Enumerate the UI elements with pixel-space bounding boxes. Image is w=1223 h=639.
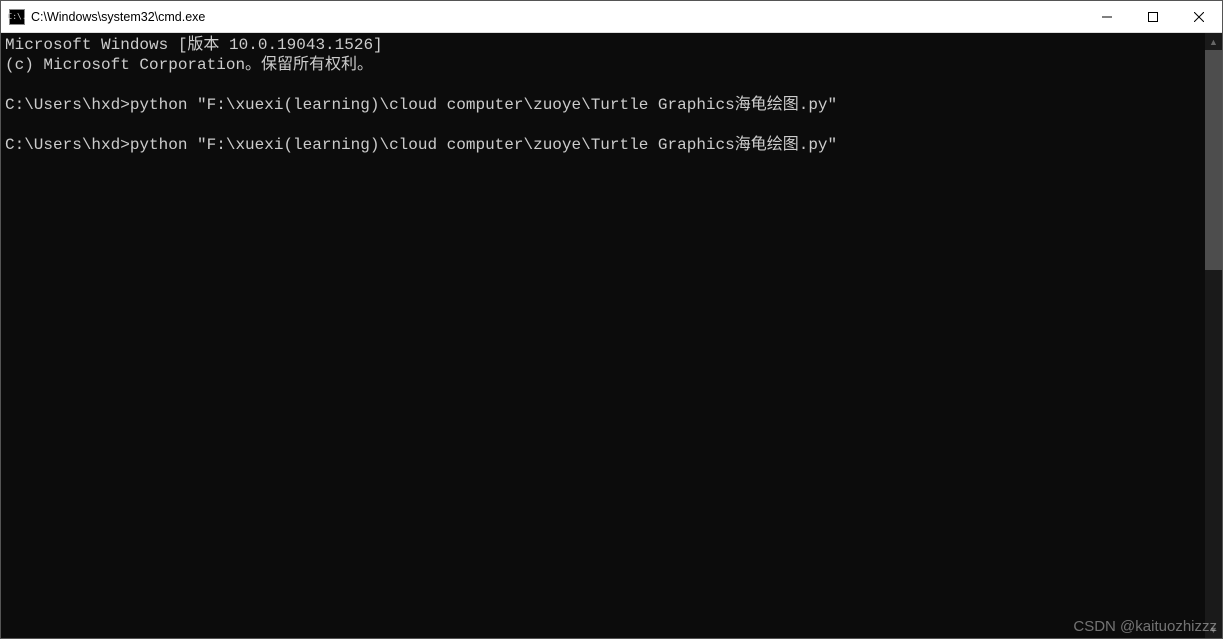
- minimize-button[interactable]: [1084, 1, 1130, 33]
- cmd-window: C:\. C:\Windows\system32\cmd.exe Microso…: [0, 0, 1223, 639]
- maximize-button[interactable]: [1130, 1, 1176, 33]
- cmd-icon: C:\.: [9, 9, 25, 25]
- titlebar[interactable]: C:\. C:\Windows\system32\cmd.exe: [1, 1, 1222, 33]
- terminal-area: Microsoft Windows [版本 10.0.19043.1526] (…: [1, 33, 1222, 638]
- scroll-up-icon[interactable]: ▲: [1205, 33, 1222, 50]
- maximize-icon: [1148, 12, 1158, 22]
- output-line: (c) Microsoft Corporation。保留所有权利。: [5, 56, 373, 74]
- output-line: Microsoft Windows [版本 10.0.19043.1526]: [5, 36, 383, 54]
- vertical-scrollbar[interactable]: ▲ ▼: [1205, 33, 1222, 638]
- minimize-icon: [1102, 12, 1112, 22]
- cmd-icon-label: C:\.: [7, 13, 26, 21]
- scroll-down-icon[interactable]: ▼: [1205, 621, 1222, 638]
- close-button[interactable]: [1176, 1, 1222, 33]
- window-title: C:\Windows\system32\cmd.exe: [31, 10, 205, 24]
- terminal-output[interactable]: Microsoft Windows [版本 10.0.19043.1526] (…: [1, 33, 1205, 638]
- output-line: C:\Users\hxd>python "F:\xuexi(learning)\…: [5, 136, 837, 154]
- scrollbar-thumb[interactable]: [1205, 50, 1222, 270]
- output-line: C:\Users\hxd>python "F:\xuexi(learning)\…: [5, 96, 837, 114]
- close-icon: [1194, 12, 1204, 22]
